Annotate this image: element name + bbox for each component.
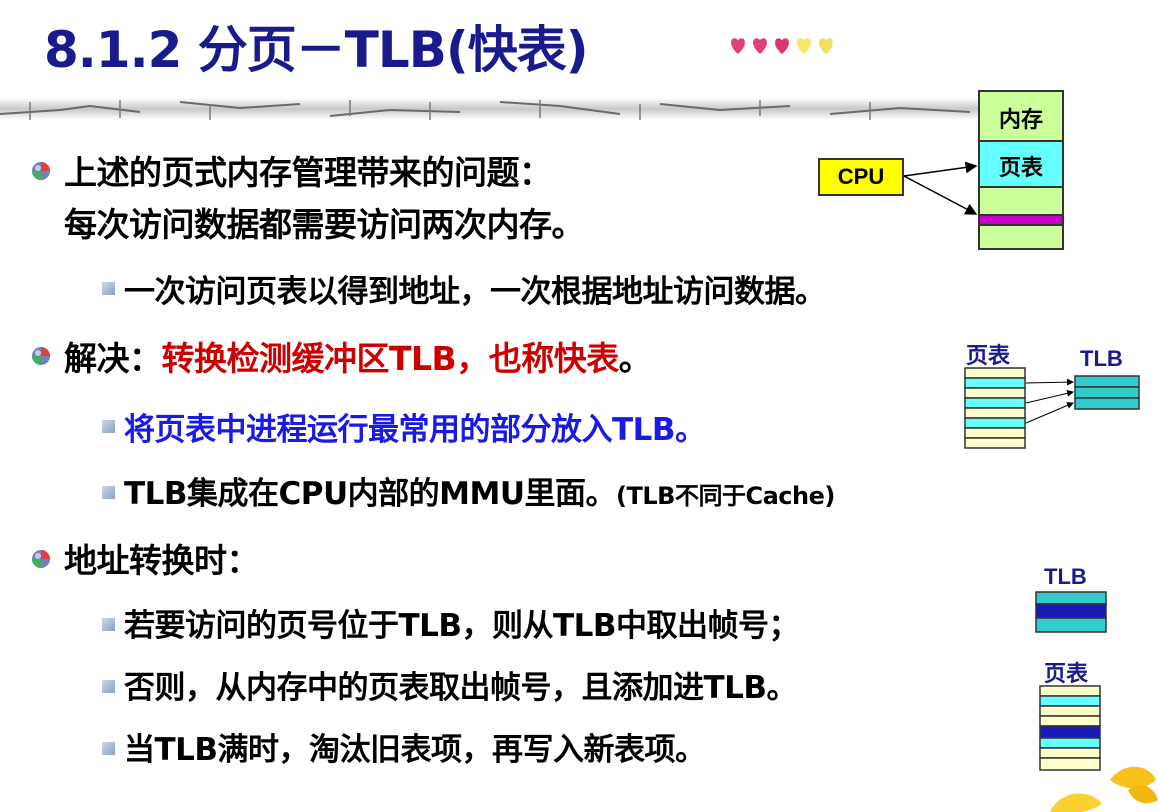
cpu-arrows (903, 161, 978, 215)
heart-icon (775, 38, 789, 54)
memory-box: 内存 页表 (978, 90, 1064, 250)
bullet-3-sub-1: 若要访问的页号位于TLB，则从TLB中取出帧号； (124, 608, 800, 644)
d2-page-table (964, 367, 1026, 449)
bullet-2: 解决：转换检测缓冲区TLB，也称快表。 (64, 332, 652, 380)
heart-icon (819, 38, 833, 54)
arrow-to-data (903, 175, 978, 215)
heart-icon (797, 38, 811, 54)
hearts-decoration (731, 38, 833, 54)
page-table-cell: 页表 (980, 142, 1062, 188)
bullet-2-highlight: 转换检测缓冲区TLB，也称快表 (161, 339, 620, 378)
sphere-bullet-icon (32, 347, 50, 365)
bullet-1-line-2: 每次访问数据都需要访问两次内存。 (64, 205, 585, 244)
bullet-2-sub-2: TLB集成在CPU内部的MMU里面。(TLB不同于Cache) (124, 468, 835, 513)
slide-title: 8.1.2 分页－TLB(快表) (44, 21, 589, 79)
bullet-3-label: 地址转换时： (64, 541, 260, 580)
memory-page-table-label: 页表 (998, 155, 1043, 180)
bullet-2-sub-1: 将页表中进程运行最常用的部分放入TLB。 (124, 412, 706, 448)
bullet-2-end: 。 (618, 339, 652, 378)
d3-tlb (1035, 591, 1107, 633)
memory-header-cell: 内存 (980, 92, 1062, 142)
arrow-to-page-table (903, 161, 978, 177)
d2-arrow (1025, 378, 1074, 386)
leaf-decoration-icon (1050, 766, 1158, 812)
sphere-bullet-icon (32, 162, 50, 180)
bullet-1-sub-1: 一次访问页表以得到地址，一次根据地址访问数据。 (124, 274, 826, 310)
square-bullet-icon (102, 420, 115, 433)
d3-tlb-label: TLB (1044, 564, 1087, 589)
square-bullet-icon (102, 680, 115, 693)
cpu-label: CPU (837, 164, 885, 189)
cpu-box: CPU (818, 158, 904, 196)
square-bullet-icon (102, 282, 115, 295)
square-bullet-icon (102, 618, 115, 631)
bullet-1-line-1: 上述的页式内存管理带来的问题： (64, 153, 552, 192)
page-table-to-tlb-diagram (964, 367, 1140, 449)
heart-icon (753, 38, 767, 54)
bullet-3-sub-2: 否则，从内存中的页表取出帧号，且添加进TLB。 (124, 670, 798, 706)
heart-icon (731, 38, 745, 54)
square-bullet-icon (102, 742, 115, 755)
circuit-band-decoration (0, 98, 990, 120)
d2-arrow (1025, 402, 1074, 424)
memory-label: 内存 (998, 107, 1043, 132)
data-cell (980, 214, 1062, 226)
bullet-2-sub-2-text: TLB集成在CPU内部的MMU里面。 (124, 476, 617, 512)
bullet-2-label: 解决： (64, 339, 162, 378)
sphere-bullet-icon (32, 550, 50, 568)
bullet-2-sub-2-note: (TLB不同于Cache) (616, 482, 835, 510)
bullet-3-sub-3: 当TLB满时，淘汰旧表项，再写入新表项。 (124, 732, 706, 768)
d2-arrow (1025, 389, 1074, 404)
square-bullet-icon (102, 486, 115, 499)
d2-tlb (1074, 375, 1140, 410)
